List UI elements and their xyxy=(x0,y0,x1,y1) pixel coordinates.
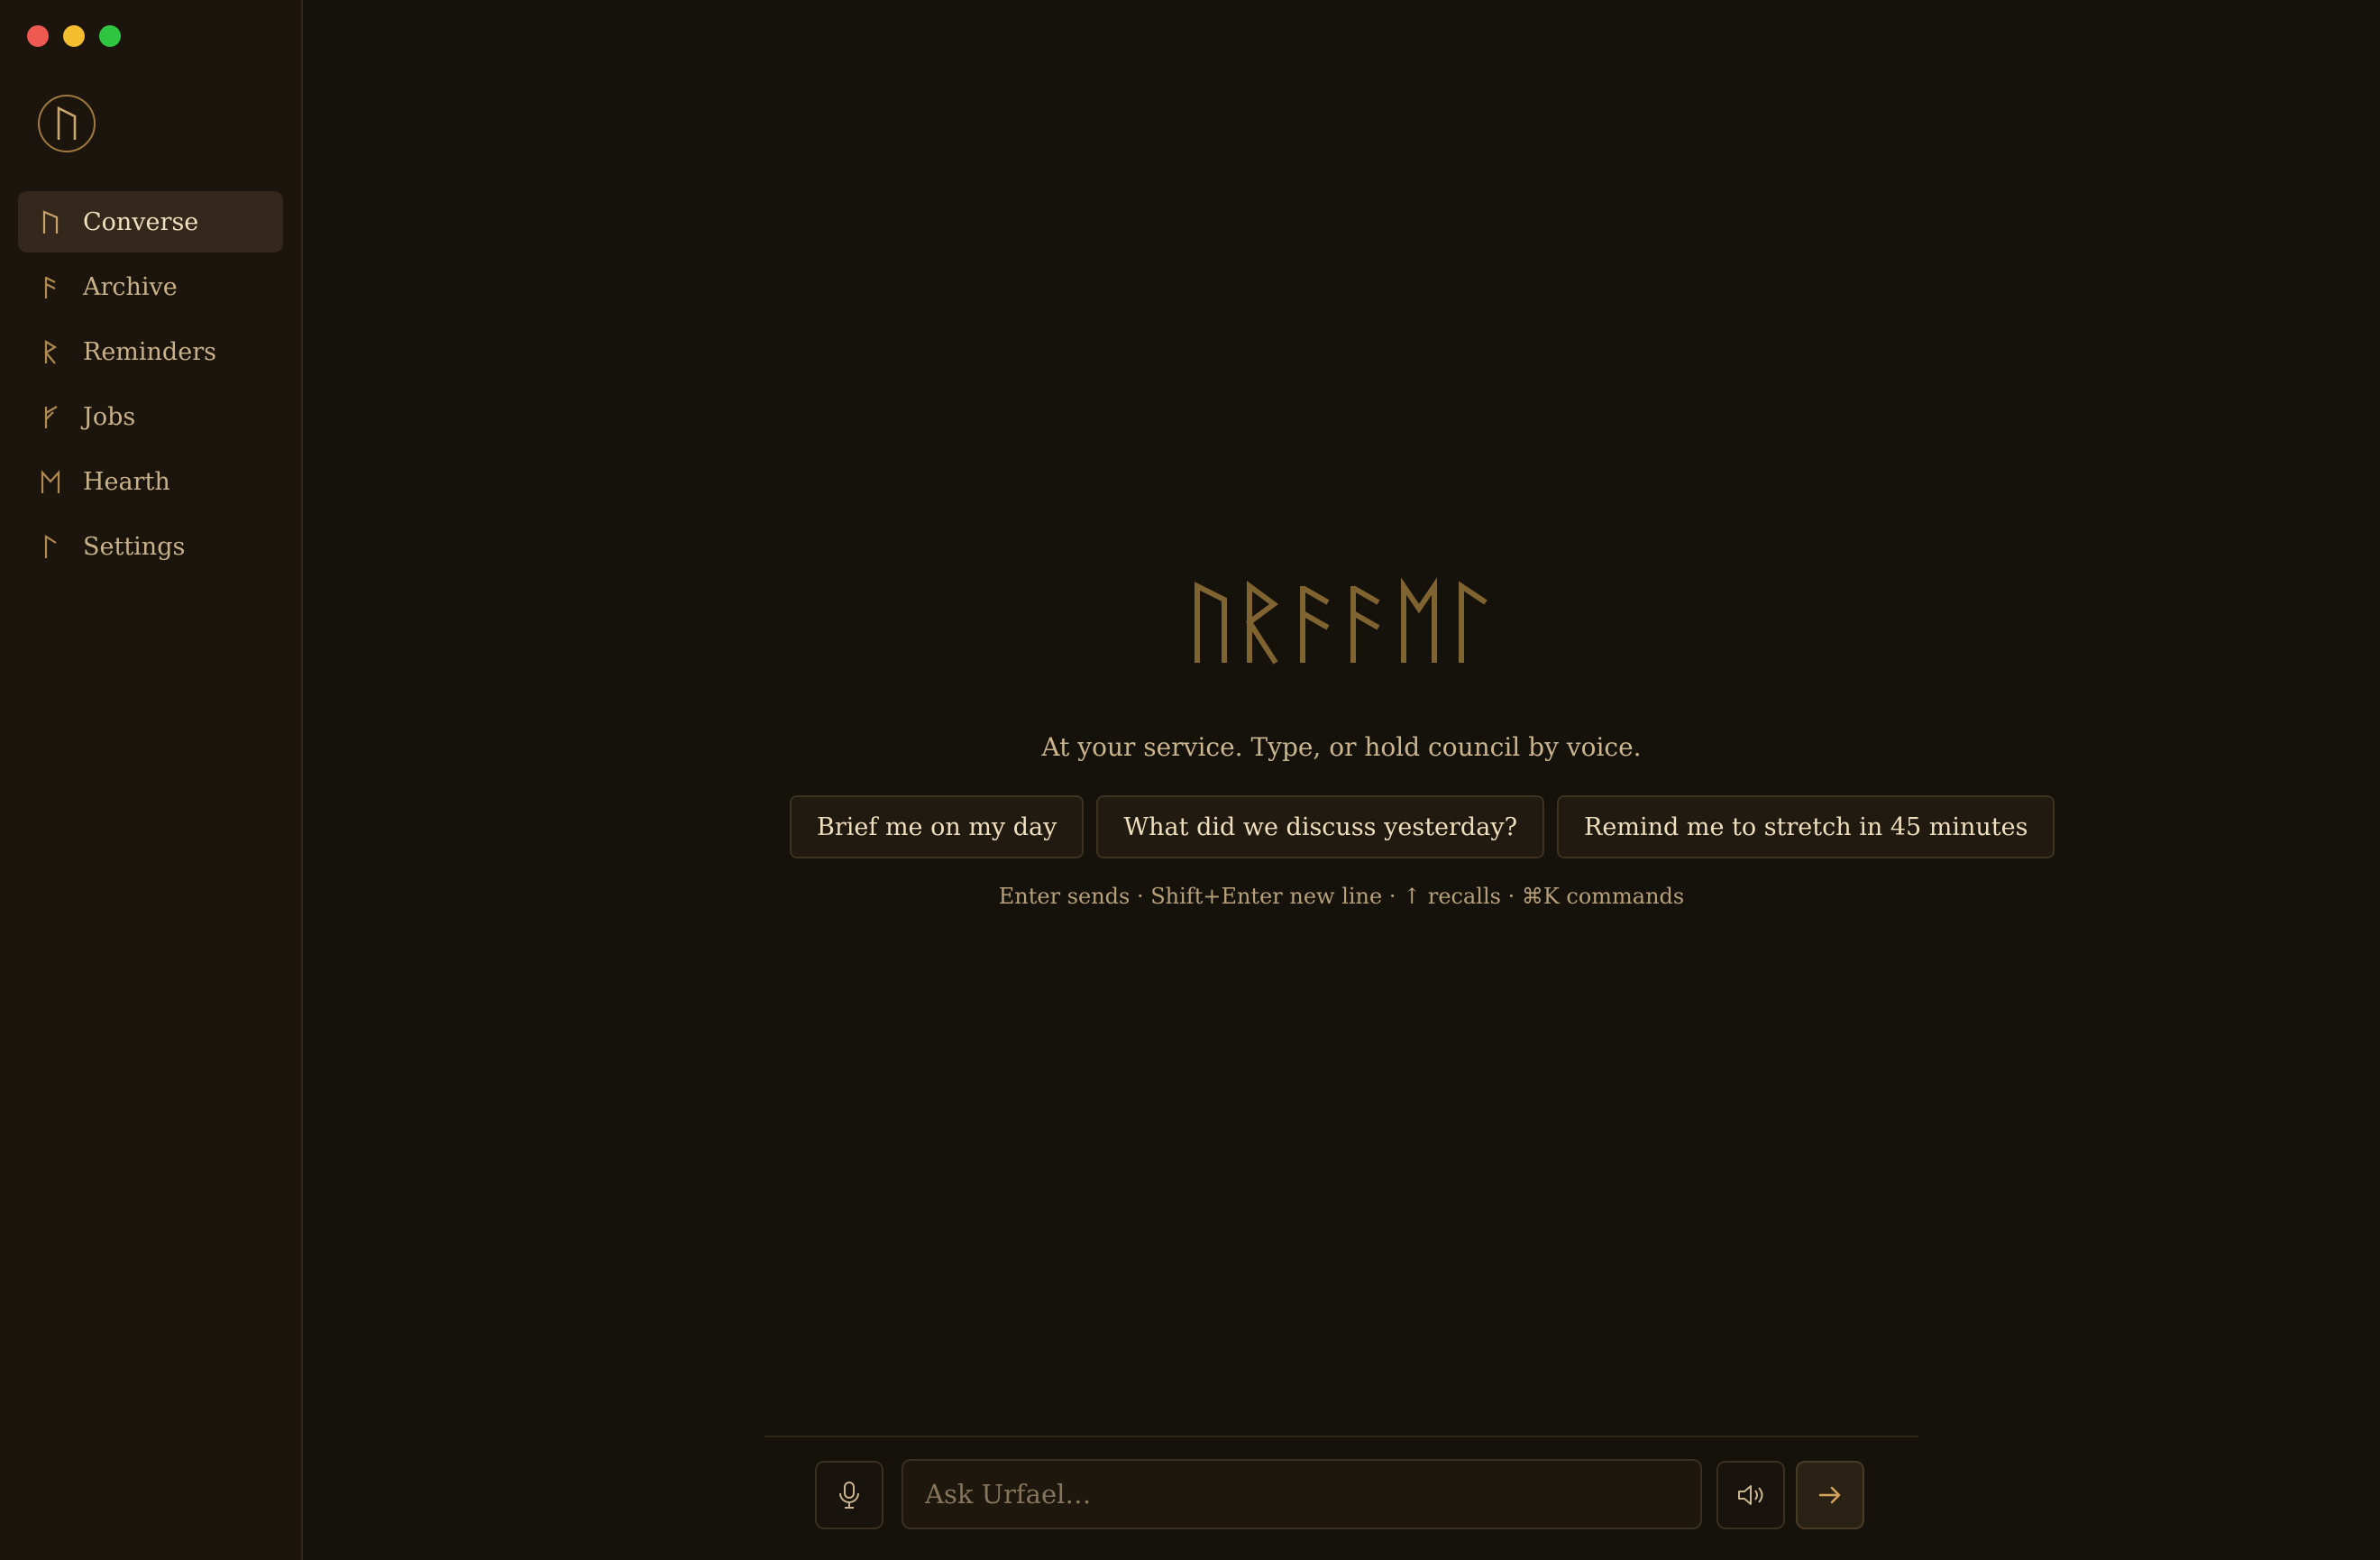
rune-algiz-icon xyxy=(18,404,83,429)
maximize-window-button[interactable] xyxy=(99,25,121,47)
rune-ur-icon xyxy=(18,209,83,234)
rune-laguz-icon xyxy=(18,534,83,559)
rune-ansuz-icon xyxy=(18,274,83,299)
minimize-window-button[interactable] xyxy=(63,25,85,47)
close-window-button[interactable] xyxy=(27,25,49,47)
sidebar-item-label: Archive xyxy=(83,272,178,301)
rune-wordmark-graphic xyxy=(1195,577,1488,665)
sidebar-item-hearth[interactable]: Hearth xyxy=(18,451,283,512)
app-window: Converse Archive Reminders Jobs Hearth S… xyxy=(0,0,2380,1560)
arrow-right-icon xyxy=(1818,1486,1841,1504)
microphone-icon xyxy=(839,1482,859,1509)
keyboard-hint: Enter sends · Shift+Enter new line · ↑ r… xyxy=(998,884,1685,909)
main-panel: At your service. Type, or hold council b… xyxy=(303,0,2380,1560)
speaker-button[interactable] xyxy=(1716,1461,1785,1529)
message-input[interactable] xyxy=(902,1459,1702,1529)
welcome-tagline: At your service. Type, or hold council b… xyxy=(1041,732,1642,762)
suggestion-chips: Brief me on my day What did we discuss y… xyxy=(790,795,2055,858)
composer-divider xyxy=(764,1436,1918,1437)
app-logo[interactable] xyxy=(38,95,96,152)
rune-ehwaz-icon xyxy=(18,469,83,494)
speaker-icon xyxy=(1738,1485,1763,1505)
sidebar-item-converse[interactable]: Converse xyxy=(18,191,283,252)
sidebar-item-label: Settings xyxy=(83,532,186,561)
sidebar-item-label: Hearth xyxy=(83,467,170,496)
rune-raido-icon xyxy=(18,339,83,364)
sidebar-item-label: Converse xyxy=(83,207,199,236)
sidebar-item-label: Jobs xyxy=(83,402,136,431)
sidebar-item-reminders[interactable]: Reminders xyxy=(18,321,283,382)
send-button[interactable] xyxy=(1796,1461,1864,1529)
rune-ur-icon xyxy=(57,106,77,140)
sidebar-item-label: Reminders xyxy=(83,337,216,366)
sidebar-nav: Converse Archive Reminders Jobs Hearth S… xyxy=(18,191,283,581)
sidebar-item-archive[interactable]: Archive xyxy=(18,256,283,317)
sidebar-item-jobs[interactable]: Jobs xyxy=(18,386,283,447)
sidebar-item-settings[interactable]: Settings xyxy=(18,516,283,577)
rune-wordmark xyxy=(303,577,2380,671)
sidebar: Converse Archive Reminders Jobs Hearth S… xyxy=(0,0,303,1560)
microphone-button[interactable] xyxy=(815,1461,883,1529)
suggestion-chip[interactable]: What did we discuss yesterday? xyxy=(1096,795,1545,858)
suggestion-chip[interactable]: Brief me on my day xyxy=(790,795,1085,858)
suggestion-chip[interactable]: Remind me to stretch in 45 minutes xyxy=(1557,795,2055,858)
window-controls xyxy=(27,25,121,47)
